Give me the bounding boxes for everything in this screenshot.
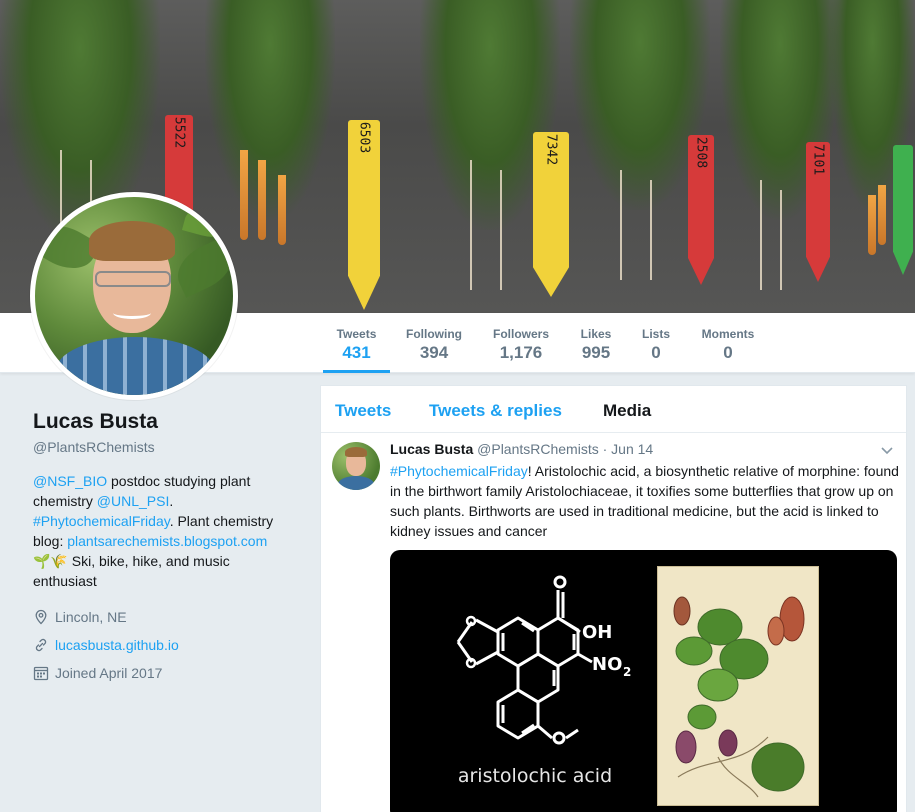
botanical-illustration [657, 566, 819, 806]
tweet-text: #PhytochemicalFriday! Aristolochic acid,… [390, 461, 900, 541]
stat-value: 0 [723, 343, 733, 362]
banner-root [620, 170, 622, 280]
profile-name[interactable]: Lucas Busta [33, 410, 293, 434]
profile-bio: @NSF_BIO postdoc studying plant chemistr… [33, 471, 293, 591]
banner-label-tag [893, 145, 913, 275]
bio-hashtag[interactable]: #PhytochemicalFriday [33, 513, 170, 529]
stat-followers[interactable]: Followers 1,176 [485, 313, 557, 373]
tweet-avatar-hair [345, 447, 367, 457]
tab-media[interactable]: Media [603, 401, 651, 421]
stat-value: 995 [581, 343, 611, 362]
tweet-avatar-shirt [338, 476, 374, 490]
media-caption: aristolochic acid [457, 765, 613, 787]
avatar-hair [89, 221, 175, 261]
profile-meta: Lincoln, NE lucasbusta.github.io Joined … [33, 603, 293, 687]
stat-value: 1,176 [499, 343, 543, 362]
banner-carrot [258, 160, 266, 240]
stat-likes[interactable]: Likes 995 [573, 313, 619, 373]
stat-moments[interactable]: Moments 0 [695, 313, 761, 373]
stat-label: Tweets [336, 327, 377, 341]
stat-value: 431 [342, 343, 371, 362]
banner-plant [205, 0, 335, 220]
stat-tweets[interactable]: Tweets 431 [323, 313, 390, 373]
banner-root [760, 180, 762, 290]
stat-value: 0 [651, 343, 661, 362]
tweet-separator: · [598, 441, 612, 457]
tweet-hashtag[interactable]: #PhytochemicalFriday [390, 463, 528, 479]
no2-subscript: 2 [623, 665, 631, 679]
banner-carrot [240, 150, 248, 240]
oh-label: OH [582, 622, 612, 643]
stat-label: Moments [701, 327, 755, 341]
chevron-down-icon[interactable] [880, 443, 894, 457]
profile-website: lucasbusta.github.io [33, 631, 293, 659]
stat-label: Following [406, 327, 462, 341]
profile-handle[interactable]: @PlantsRChemists [33, 439, 293, 455]
banner-carrot [278, 175, 286, 245]
bio-mention-nsf[interactable]: @NSF_BIO [33, 473, 107, 489]
banner-root [500, 170, 502, 290]
avatar-smile [113, 307, 151, 319]
banner-carrot [868, 195, 876, 255]
tweet-author-name[interactable]: Lucas Busta [390, 441, 473, 457]
stat-label: Lists [641, 327, 670, 341]
banner-label-tag: 7342 [533, 132, 569, 297]
joined-text: Joined April 2017 [55, 665, 163, 681]
birthwort-plant-drawing [673, 596, 805, 798]
stat-label: Followers [492, 327, 549, 341]
stat-value: 394 [419, 343, 449, 362]
avatar[interactable] [30, 192, 238, 400]
banner-root [470, 160, 472, 290]
stat-label: Likes [580, 327, 612, 341]
no2-label: NO [592, 654, 622, 675]
profile-joined: Joined April 2017 [33, 659, 293, 687]
banner-label-tag: 7101 [806, 142, 830, 282]
stat-following[interactable]: Following 394 [400, 313, 468, 373]
bio-mention-unl[interactable]: @UNL_PSI [97, 493, 170, 509]
banner-label-tag: 2508 [688, 135, 714, 285]
banner-root [650, 180, 652, 280]
tab-tweets-replies[interactable]: Tweets & replies [429, 401, 562, 421]
timeline: Tweets Tweets & replies Media Lucas Bust… [320, 385, 907, 812]
aristolochic-acid-structure: OH NO 2 [456, 575, 631, 745]
tweet-header: Lucas Busta @PlantsRChemists · Jun 14 [390, 441, 653, 457]
link-icon [33, 637, 49, 653]
tab-tweets[interactable]: Tweets [335, 401, 391, 421]
avatar-glasses [95, 271, 171, 287]
location-pin-icon [33, 609, 49, 625]
bio-text: . [169, 493, 174, 509]
banner-carrot [878, 185, 886, 245]
calendar-icon [33, 665, 49, 681]
banner-root [780, 190, 782, 290]
bio-emoji: 🌱🌾 [33, 553, 68, 569]
tweet-timestamp[interactable]: Jun 14 [611, 441, 653, 457]
timeline-tabs: Tweets Tweets & replies Media [321, 386, 906, 433]
website-link[interactable]: lucasbusta.github.io [55, 637, 179, 653]
stat-lists[interactable]: Lists 0 [636, 313, 676, 373]
banner-label-tag: 6503 [348, 120, 380, 310]
tweet-avatar[interactable] [332, 442, 380, 490]
avatar-shirt [55, 337, 215, 395]
tweet-author-handle[interactable]: @PlantsRChemists [477, 441, 599, 457]
tweet-media[interactable]: OH NO 2 aristolochic acid [390, 550, 897, 812]
profile-location: Lincoln, NE [33, 603, 293, 631]
location-text: Lincoln, NE [55, 609, 127, 625]
bio-blog-link[interactable]: plantsarechemists.blogspot.com [67, 533, 267, 549]
profile-card: Lucas Busta @PlantsRChemists @NSF_BIO po… [33, 410, 293, 687]
